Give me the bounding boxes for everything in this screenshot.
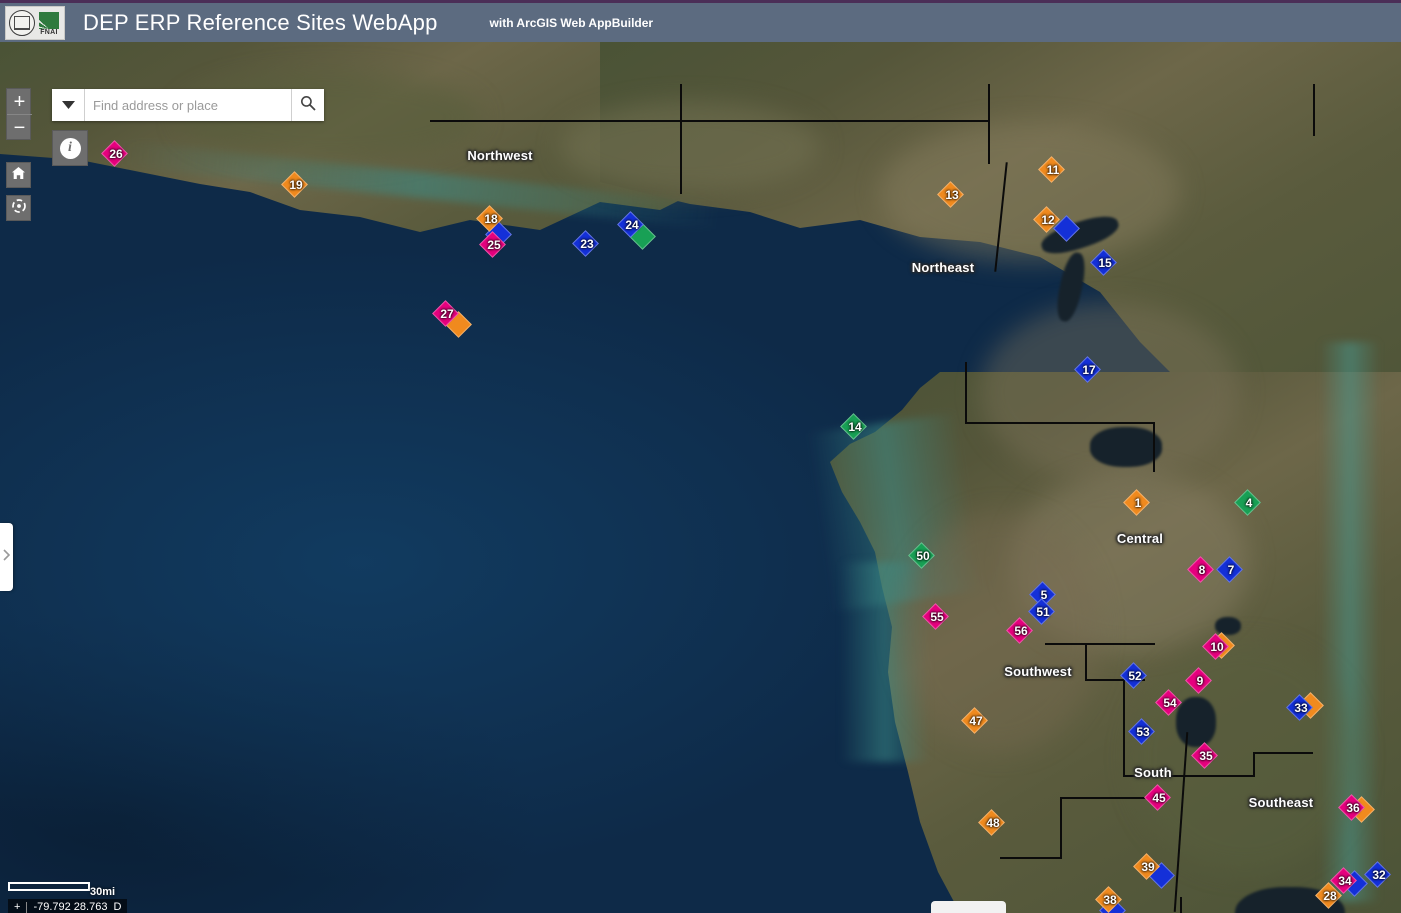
chevron-right-icon bbox=[3, 548, 10, 566]
fnai-palm-logo: FNAI bbox=[37, 9, 61, 37]
home-icon bbox=[11, 166, 26, 185]
zoom-control[interactable]: + − bbox=[6, 88, 31, 140]
search-submit-button[interactable] bbox=[291, 89, 324, 121]
coordinate-readout: + -79.792 28.763 D bbox=[8, 899, 127, 913]
search-source-dropdown[interactable] bbox=[52, 89, 85, 121]
boundary-line bbox=[1060, 797, 1152, 799]
scale-bar-label: 30mi bbox=[90, 886, 115, 898]
zoom-in-button[interactable]: + bbox=[7, 89, 32, 115]
boundary-line bbox=[1253, 752, 1255, 777]
scale-bar: 30mi bbox=[8, 882, 90, 891]
region-label-central: Central bbox=[1117, 531, 1163, 546]
coordinate-value: -79.792 28.763 bbox=[33, 901, 107, 913]
webapp-root: FNAI DEP ERP Reference Sites WebApp with… bbox=[0, 0, 1401, 913]
search-icon bbox=[300, 95, 316, 116]
region-label-south: South bbox=[1134, 765, 1172, 780]
boundary-line bbox=[1045, 643, 1155, 645]
bottom-widget-placeholder[interactable] bbox=[931, 901, 1006, 913]
chevron-down-icon bbox=[62, 96, 75, 114]
boundary-line bbox=[1123, 679, 1125, 775]
coordinate-unit: D bbox=[113, 901, 121, 913]
region-label-northeast: Northeast bbox=[912, 260, 974, 275]
app-header: FNAI DEP ERP Reference Sites WebApp with… bbox=[0, 0, 1401, 42]
boundary-line bbox=[1085, 643, 1087, 679]
boundary-river bbox=[1180, 897, 1182, 913]
scale-bar-track bbox=[8, 882, 90, 891]
fnai-logo-label: FNAI bbox=[40, 29, 58, 37]
search-widget[interactable] bbox=[52, 89, 324, 121]
map-canvas[interactable]: Northwest Northeast Central Southwest South S… bbox=[0, 42, 1401, 913]
boundary-line bbox=[965, 362, 967, 422]
search-input[interactable] bbox=[85, 89, 291, 121]
fsu-seal-logo bbox=[9, 10, 35, 36]
zoom-out-button[interactable]: − bbox=[7, 115, 32, 141]
terrain-patch bbox=[900, 512, 1100, 752]
lake bbox=[1090, 427, 1162, 467]
boundary-line bbox=[1253, 752, 1313, 754]
region-label-southeast: Southeast bbox=[1249, 795, 1314, 810]
coordinate-icon: + bbox=[14, 901, 20, 913]
boundary-line bbox=[430, 120, 990, 122]
my-location-button[interactable] bbox=[6, 195, 31, 221]
boundary-line bbox=[1060, 797, 1062, 857]
lake bbox=[1176, 697, 1216, 747]
page-title: DEP ERP Reference Sites WebApp bbox=[83, 10, 438, 36]
home-button[interactable] bbox=[6, 162, 31, 188]
my-location-icon bbox=[11, 198, 27, 219]
boundary-line bbox=[988, 84, 990, 164]
boundary-line bbox=[1000, 857, 1062, 859]
side-panel-toggle[interactable] bbox=[0, 523, 13, 591]
region-label-northwest: Northwest bbox=[467, 148, 532, 163]
info-icon: i bbox=[60, 138, 81, 159]
terrain-patch bbox=[880, 122, 1180, 262]
divider bbox=[26, 902, 27, 913]
region-label-southwest: Southwest bbox=[1004, 664, 1072, 679]
boundary-line bbox=[1153, 422, 1155, 472]
palm-icon bbox=[39, 12, 59, 29]
app-subtitle: with ArcGIS Web AppBuilder bbox=[490, 16, 654, 30]
terrain-patch bbox=[560, 102, 820, 192]
lake bbox=[1215, 617, 1241, 635]
about-info-button[interactable]: i bbox=[52, 130, 88, 166]
agency-logos: FNAI bbox=[5, 6, 65, 40]
boundary-line bbox=[965, 422, 1155, 424]
terrain-patch bbox=[1130, 642, 1360, 872]
boundary-line bbox=[680, 84, 682, 194]
boundary-line bbox=[1313, 84, 1315, 136]
